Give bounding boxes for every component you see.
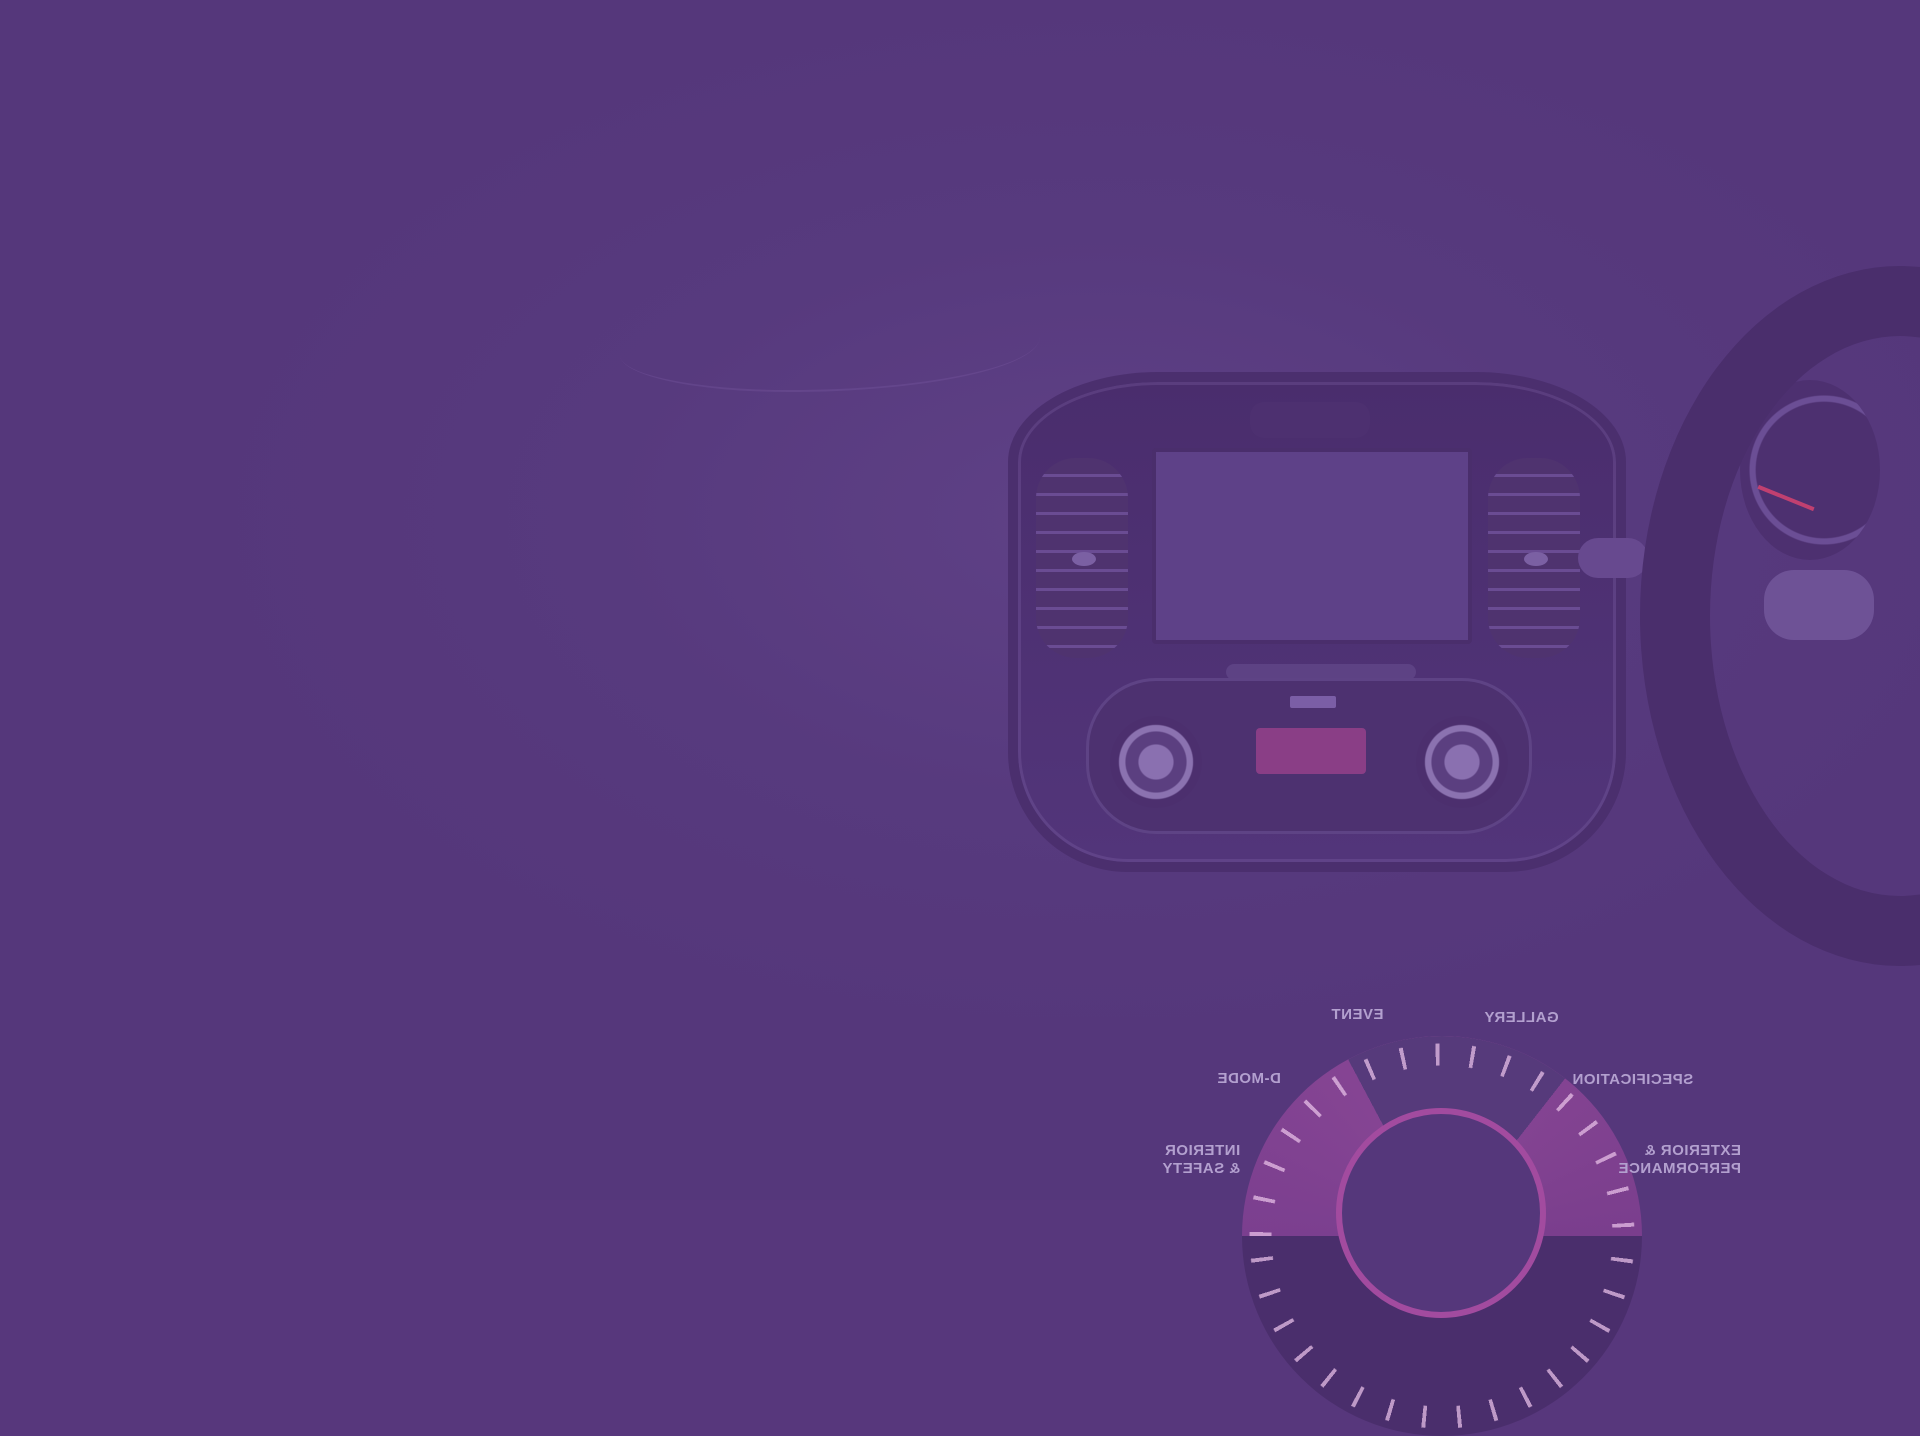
- nav-item-label-line-2: & SAFETY: [1162, 1160, 1241, 1177]
- dial-navigation-menu: EVENT GALLERY D-MODE SPECIFICATION INTER…: [0, 0, 1920, 1436]
- nav-item-label-line-1: EXTERIOR &: [1644, 1142, 1742, 1159]
- nav-item-specification[interactable]: SPECIFICATION: [1572, 1071, 1693, 1089]
- nav-item-gallery[interactable]: GALLERY: [1484, 1009, 1559, 1027]
- nav-item-exterior-performance[interactable]: EXTERIOR & PERFORMANCE: [1618, 1142, 1741, 1178]
- nav-item-event[interactable]: EVENT: [1331, 1006, 1384, 1024]
- nav-item-label-line-2: PERFORMANCE: [1618, 1160, 1742, 1177]
- nav-item-label-line-1: INTERIOR: [1164, 1142, 1241, 1159]
- gauge-center: [1336, 1108, 1546, 1318]
- nav-item-interior-safety[interactable]: INTERIOR & SAFETY: [1162, 1142, 1240, 1178]
- nav-item-d-mode[interactable]: D-MODE: [1217, 1070, 1281, 1088]
